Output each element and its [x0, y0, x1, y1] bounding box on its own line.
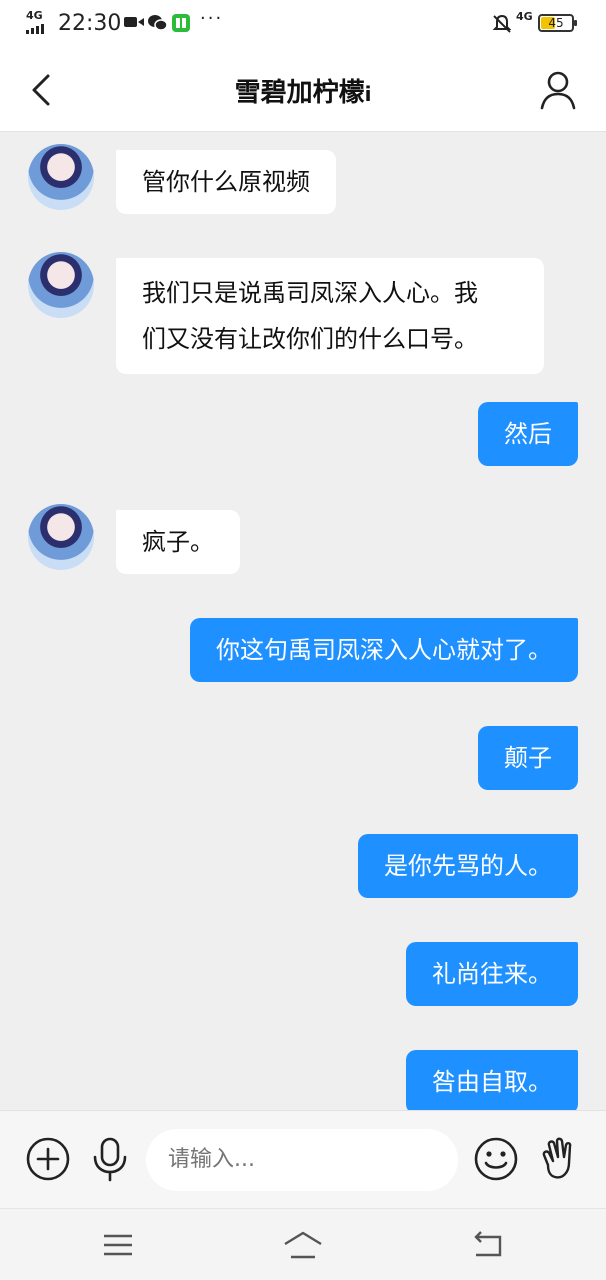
system-nav-bar	[0, 1208, 606, 1280]
user-profile-icon[interactable]	[536, 68, 580, 112]
chat-title-text: 雪碧加柠檬	[234, 78, 365, 108]
message-bubble[interactable]: 疯子。	[116, 510, 240, 574]
menu-icon[interactable]	[98, 1227, 138, 1263]
message-text: 是你先骂的人。	[384, 852, 552, 880]
battery-level: 45	[548, 16, 564, 30]
status-bar: 4G 22:30 ··· 4G 45	[0, 0, 606, 48]
network-type-right: 4G	[516, 10, 533, 23]
message-bubble[interactable]: 是你先骂的人。	[358, 834, 578, 898]
clock: 22:30	[58, 11, 122, 36]
battery-icon: 45	[538, 14, 577, 32]
message-bubble[interactable]: 管你什么原视频	[116, 150, 336, 214]
message-text-line: 我们只是说禹司凤深入人心。我	[142, 279, 478, 307]
hand-wave-icon[interactable]	[536, 1135, 584, 1183]
message-bubble[interactable]: 你这句禹司凤深入人心就对了。	[190, 618, 578, 682]
message-input[interactable]	[146, 1129, 458, 1191]
avatar[interactable]	[28, 504, 94, 570]
message-text: 管你什么原视频	[142, 168, 310, 196]
input-bar	[0, 1110, 606, 1208]
video-icon	[124, 17, 144, 27]
chat-title: 雪碧加柠檬i	[0, 72, 606, 109]
message-text: 疯子。	[142, 528, 214, 556]
avatar[interactable]	[28, 252, 94, 318]
message-bubble[interactable]: 咎由自取。	[406, 1050, 578, 1110]
home-icon[interactable]	[283, 1227, 323, 1263]
chat-header: 雪碧加柠檬i	[0, 48, 606, 132]
message-text: 咎由自取。	[432, 1068, 552, 1096]
smiley-icon[interactable]	[472, 1135, 520, 1183]
mute-bell-icon	[492, 14, 512, 33]
wechat-icon	[148, 15, 168, 31]
message-bubble[interactable]: 礼尚往来。	[406, 942, 578, 1006]
message-bubble[interactable]: 颠子	[478, 726, 578, 790]
message-text-line: 们又没有让改你们的什么口号。	[142, 325, 478, 353]
message-bubble[interactable]: 我们只是说禹司凤深入人心。我 们又没有让改你们的什么口号。	[116, 258, 544, 374]
microphone-icon[interactable]	[86, 1135, 134, 1183]
message-text: 礼尚往来。	[432, 960, 552, 988]
avatar[interactable]	[28, 144, 94, 210]
reader-app-icon	[172, 14, 190, 32]
message-bubble[interactable]: 然后	[478, 402, 578, 466]
signal-icon: 4G	[26, 10, 52, 34]
network-type: 4G	[26, 9, 43, 22]
message-text: 颠子	[504, 744, 552, 772]
back-arrow-icon[interactable]	[468, 1227, 508, 1263]
message-text: 然后	[504, 420, 552, 448]
message-text: 你这句禹司凤深入人心就对了。	[216, 636, 552, 664]
plus-circle-icon[interactable]	[24, 1135, 72, 1183]
message-list[interactable]: 管你什么原视频 我们只是说禹司凤深入人心。我 们又没有让改你们的什么口号。 然后…	[0, 132, 606, 1110]
chat-title-suffix: i	[364, 82, 372, 106]
more-dots-icon: ···	[200, 8, 224, 29]
